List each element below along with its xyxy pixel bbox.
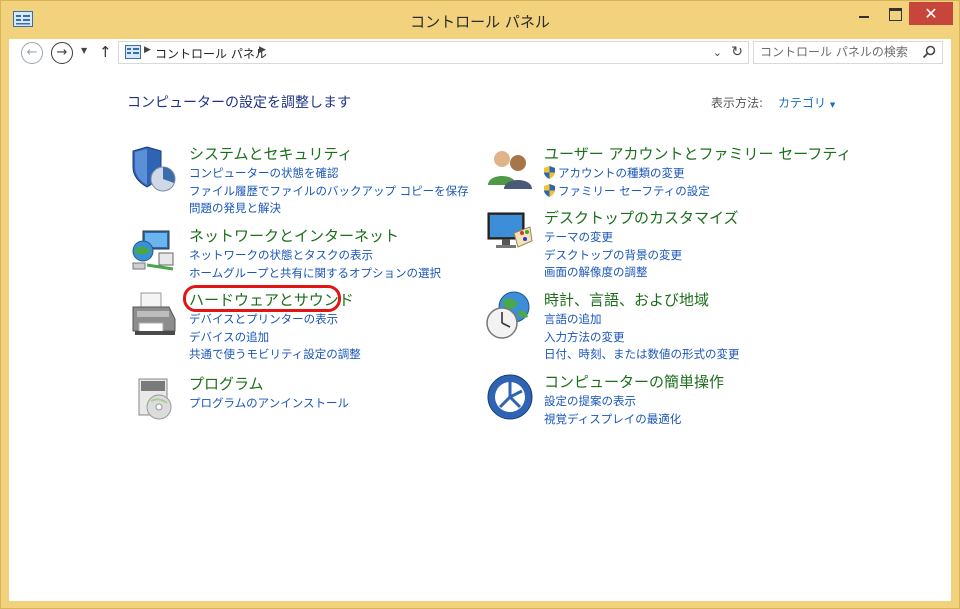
chevron-down-icon: ▼ — [829, 101, 836, 109]
uac-shield-icon — [544, 166, 555, 179]
search-box[interactable] — [753, 41, 943, 64]
maximize-button[interactable] — [880, 2, 910, 25]
navigation-bar: ← → ▼ ↑ ▶ コントロール パネル ▶ ⌄ ↻ — [9, 39, 951, 65]
breadcrumb-separator-icon[interactable]: ▶ — [259, 45, 266, 55]
highlight-annotation-ring — [183, 285, 341, 312]
search-icon[interactable] — [922, 45, 936, 59]
task-link[interactable]: 共通で使うモビリティ設定の調整 — [189, 346, 361, 364]
breadcrumb[interactable]: コントロール パネル — [155, 45, 267, 62]
forward-arrow-icon[interactable]: → — [51, 42, 73, 64]
breadcrumb-separator-icon[interactable]: ▶ — [144, 45, 151, 55]
task-link[interactable]: ネットワークの状態とタスクの表示 — [189, 247, 441, 265]
task-link[interactable]: デバイスの追加 — [189, 329, 361, 347]
task-link[interactable]: 設定の提案の表示 — [544, 393, 681, 411]
refresh-icon[interactable]: ↻ — [731, 44, 743, 60]
category-title[interactable]: プログラム — [189, 373, 264, 394]
task-link[interactable]: 日付、時刻、または数値の形式の変更 — [544, 346, 740, 364]
task-link[interactable]: ファミリー セーフティの設定 — [544, 183, 710, 201]
task-link[interactable]: ホームグループと共有に関するオプションの選択 — [189, 265, 441, 283]
shield-pie-icon[interactable] — [129, 143, 181, 195]
minimize-button[interactable] — [849, 2, 879, 25]
category-title[interactable]: ネットワークとインターネット — [189, 225, 399, 246]
task-link[interactable]: 画面の解像度の調整 — [544, 264, 682, 282]
close-icon: ✕ — [924, 4, 938, 23]
category-title[interactable]: システムとセキュリティ — [189, 143, 353, 164]
task-link[interactable]: デバイスとプリンターの表示 — [189, 311, 361, 329]
task-link[interactable]: 問題の発見と解決 — [189, 200, 469, 218]
page-heading: コンピューターの設定を調整します — [127, 95, 351, 111]
uac-shield-icon — [544, 183, 555, 197]
programs-disc-icon[interactable] — [129, 373, 181, 425]
category-title[interactable]: コンピューターの簡単操作 — [544, 371, 724, 392]
view-by-dropdown[interactable]: カテゴリ ▼ — [778, 94, 835, 111]
address-bar[interactable]: ▶ コントロール パネル ▶ ⌄ ↻ — [118, 41, 749, 64]
network-globe-icon[interactable] — [129, 225, 181, 277]
control-panel-window: コントロール パネル ✕ ← → ▼ ↑ ▶ コントロール パネル ▶ ⌄ ↻ — [0, 0, 960, 609]
client-area: ← → ▼ ↑ ▶ コントロール パネル ▶ ⌄ ↻ コントロール パネルの検索… — [9, 39, 951, 601]
control-panel-small-icon — [125, 45, 141, 59]
view-by-label: 表示方法: — [711, 96, 764, 110]
ease-of-access-icon[interactable] — [484, 371, 536, 423]
task-link[interactable]: デスクトップの背景の変更 — [544, 247, 682, 265]
task-link[interactable]: 視覚ディスプレイの最適化 — [544, 411, 681, 429]
category-title[interactable]: デスクトップのカスタマイズ — [544, 207, 739, 228]
address-dropdown-chevron-icon[interactable]: ⌄ — [713, 46, 722, 59]
task-link[interactable]: ファイル履歴でファイルのバックアップ コピーを保存 — [189, 183, 469, 201]
recent-locations-chevron-icon[interactable]: ▼ — [81, 46, 87, 55]
task-link[interactable]: コンピューターの状態を確認 — [189, 165, 469, 183]
task-link[interactable]: テーマの変更 — [544, 229, 682, 247]
up-arrow-icon[interactable]: ↑ — [99, 43, 112, 61]
view-by-value: カテゴリ — [778, 96, 827, 110]
printer-icon[interactable] — [129, 289, 181, 341]
task-link[interactable]: プログラムのアンインストール — [189, 395, 349, 413]
task-link[interactable]: 入力方法の変更 — [544, 329, 740, 347]
task-link[interactable]: 言語の追加 — [544, 311, 740, 329]
window-title: コントロール パネル — [410, 13, 550, 31]
monitor-palette-icon[interactable] — [484, 207, 536, 259]
clock-globe-icon[interactable] — [484, 289, 536, 341]
users-icon[interactable] — [484, 143, 536, 195]
title-bar[interactable]: コントロール パネル ✕ — [1, 1, 959, 39]
category-title[interactable]: ユーザー アカウントとファミリー セーフティ — [544, 143, 851, 164]
back-arrow-icon[interactable]: ← — [21, 42, 43, 64]
search-input[interactable] — [760, 45, 910, 59]
task-link[interactable]: アカウントの種類の変更 — [544, 165, 710, 183]
close-button[interactable]: ✕ — [909, 2, 953, 25]
category-title[interactable]: 時計、言語、および地域 — [544, 289, 709, 310]
